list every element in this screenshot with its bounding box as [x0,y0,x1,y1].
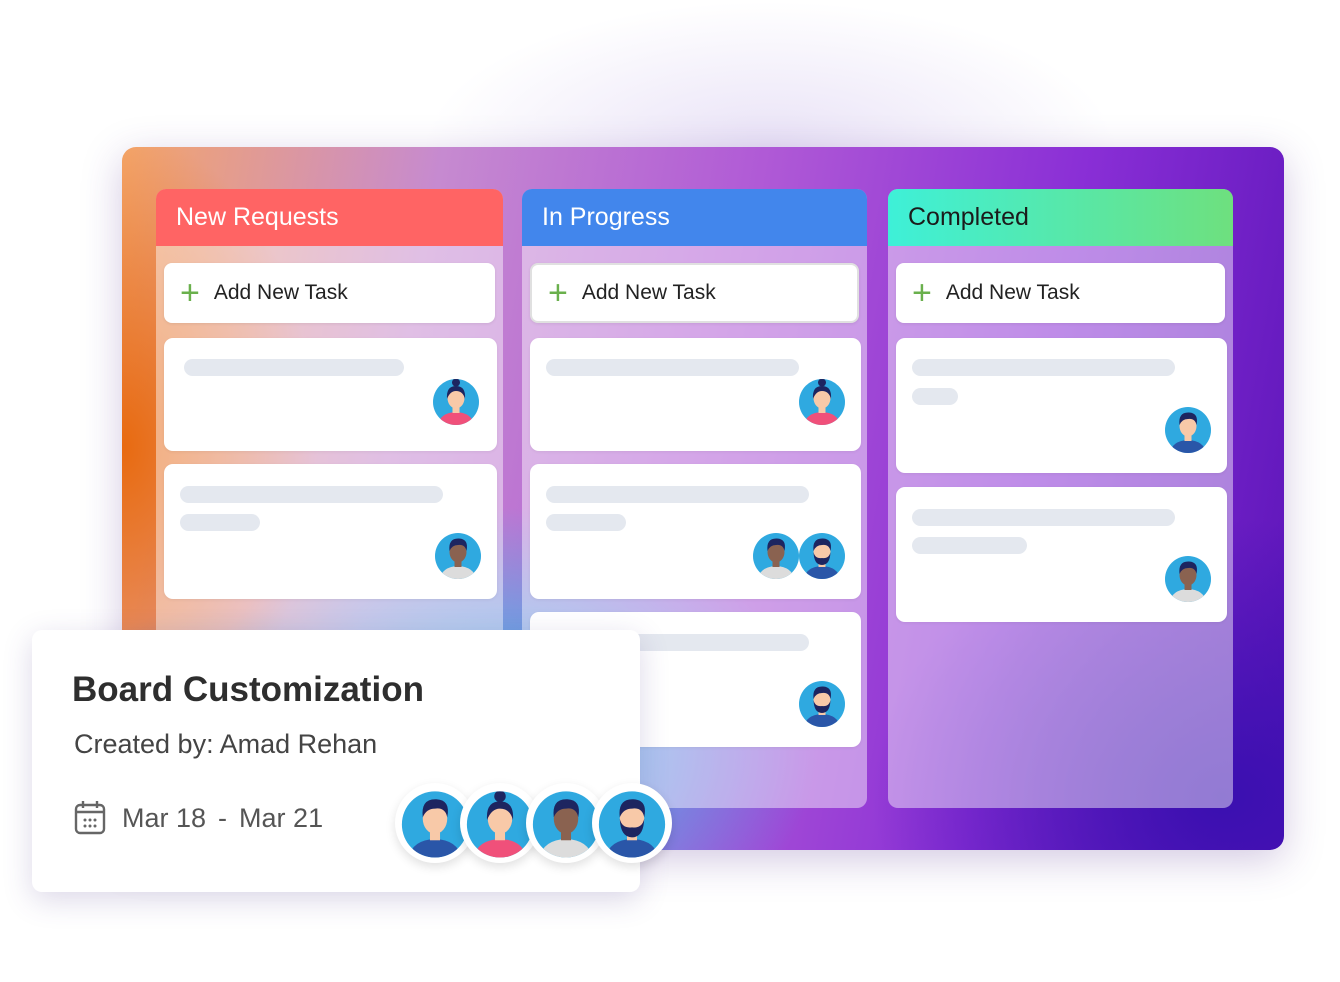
task-card[interactable] [164,338,497,451]
task-card[interactable] [896,338,1227,473]
placeholder-line [912,537,1027,554]
placeholder-line [912,388,958,405]
placeholder-line [546,359,799,376]
placeholder-line [912,359,1175,376]
calendar-icon [74,801,106,835]
add-task-button[interactable]: + Add New Task [896,263,1225,323]
dark-man-avatar [433,530,483,580]
column-completed: Completed + Add New Task [888,189,1233,808]
plus-icon: + [180,274,200,312]
task-card[interactable] [164,464,497,599]
date-separator: - [218,802,228,833]
date-range: Mar 18 - Mar 21 [74,800,323,836]
placeholder-line [912,509,1175,526]
man-avatar [1163,404,1213,454]
bearded-man-avatar [598,791,666,858]
end-date: Mar 21 [239,802,324,833]
bearded-man-avatar [797,530,847,580]
add-task-label: Add New Task [945,281,1080,304]
board-title: Board Customization [72,670,424,709]
woman-avatar [797,376,847,426]
woman-avatar [799,379,845,425]
placeholder-line [184,359,404,376]
plus-icon: + [548,274,568,312]
add-task-button[interactable]: + Add New Task [164,263,495,323]
man-avatar [1165,407,1211,453]
start-date: Mar 18 [122,802,207,833]
placeholder-line [546,514,626,531]
column-header: Completed [888,189,1233,246]
dark-man-avatar [751,530,801,580]
woman-avatar [431,376,481,426]
placeholder-line [546,486,809,503]
placeholder-line [180,514,260,531]
task-card[interactable] [530,338,861,451]
dark-man-avatar [753,533,799,579]
woman-avatar [433,379,479,425]
task-card[interactable] [530,464,861,599]
dark-man-avatar [435,533,481,579]
add-task-button[interactable]: + Add New Task [530,263,859,323]
created-by: Created by: Amad Rehan [74,729,378,759]
add-task-label: Add New Task [581,281,716,304]
dark-man-avatar [1165,556,1211,602]
dark-man-avatar [1163,553,1213,603]
bearded-man-avatar [797,678,847,728]
bearded-man-avatar [799,681,845,727]
bearded-man-avatar [799,533,845,579]
member-avatar[interactable] [592,783,672,863]
add-task-label: Add New Task [213,281,348,304]
plus-icon: + [912,274,932,312]
task-card[interactable] [896,487,1227,622]
placeholder-line [180,486,443,503]
column-header: In Progress [522,189,867,246]
column-header: New Requests [156,189,503,246]
